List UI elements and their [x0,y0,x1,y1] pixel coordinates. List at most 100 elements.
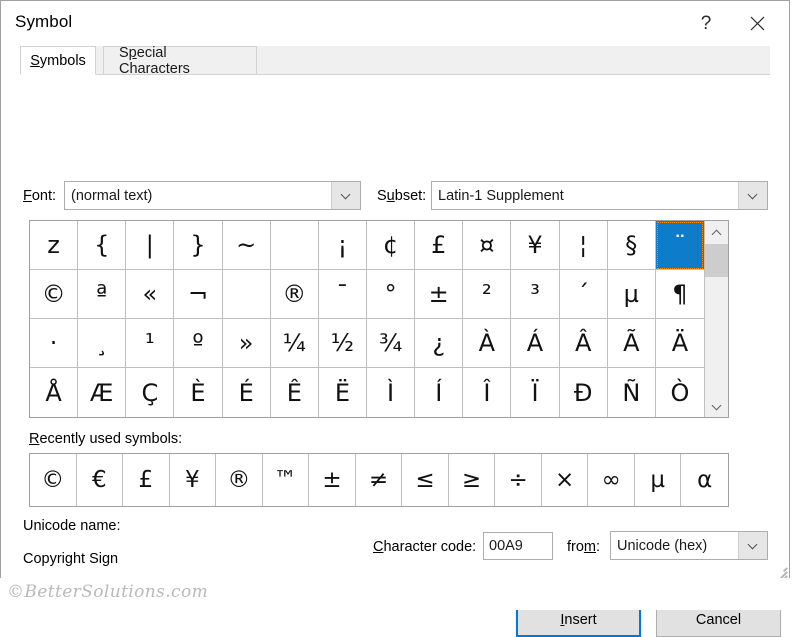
help-button[interactable]: ? [683,1,729,46]
font-combobox-value: (normal text) [65,188,331,204]
character-cell[interactable]: ¦ [560,221,608,270]
recent-symbol-cell[interactable]: £ [123,454,170,506]
character-cell[interactable]: ° [367,270,415,319]
character-code-input[interactable]: 00A9 [483,532,553,560]
close-button[interactable] [734,1,780,46]
character-cell[interactable]: } [174,221,222,270]
character-cell[interactable]: ² [463,270,511,319]
character-cell[interactable]: Ë [319,368,367,417]
subset-combobox-arrow[interactable] [738,182,767,209]
from-combobox[interactable]: Unicode (hex) [610,531,768,560]
character-cell[interactable]: É [223,368,271,417]
character-cell[interactable]: · [30,319,78,368]
font-combobox[interactable]: (normal text) [64,181,361,210]
character-cell[interactable]: º [174,319,222,368]
recent-symbol-cell[interactable]: ∞ [588,454,635,506]
subset-label: Subset: [377,188,426,204]
recent-symbol-cell[interactable]: ÷ [495,454,542,506]
character-cell[interactable]: z [30,221,78,270]
chevron-down-icon [342,191,351,200]
character-cell[interactable]: » [223,319,271,368]
recent-symbol-cell[interactable]: ≤ [402,454,449,506]
from-combobox-arrow[interactable] [738,532,767,559]
scroll-up-button[interactable] [705,221,728,243]
character-cell[interactable]: ¬ [174,270,222,319]
recent-symbol-cell[interactable]: ± [309,454,356,506]
character-cell[interactable]: ´ [560,270,608,319]
character-cell[interactable]: | [126,221,174,270]
font-combobox-arrow[interactable] [331,182,360,209]
character-cell[interactable]: ­ [223,270,271,319]
character-cell[interactable]: « [126,270,174,319]
character-cell[interactable]: ¹ [126,319,174,368]
character-cell[interactable]: ½ [319,319,367,368]
character-cell[interactable]: { [78,221,126,270]
character-cell[interactable]: Ò [656,368,704,417]
character-cell[interactable]: µ [608,270,656,319]
scrollbar-thumb[interactable] [705,244,728,277]
character-cell[interactable]: Å [30,368,78,417]
character-cell[interactable]: È [174,368,222,417]
character-cell[interactable]: Æ [78,368,126,417]
character-cell[interactable] [271,221,319,270]
character-cell[interactable]: ¼ [271,319,319,368]
recent-symbol-cell[interactable]: ≥ [449,454,496,506]
cancel-button-label: Cancel [696,612,741,628]
character-cell[interactable]: Ê [271,368,319,417]
character-cell[interactable]: ¿ [415,319,463,368]
title-bar: Symbol ? [1,1,789,47]
character-cell[interactable]: Ç [126,368,174,417]
recent-symbol-cell[interactable]: α [681,454,728,506]
character-cell[interactable]: ¾ [367,319,415,368]
scroll-down-button[interactable] [705,395,728,417]
character-grid-container: z{|}~ ¡¢£¤¥¦§¨ ©ª«¬­®¯°±²³´µ¶ ·¸¹º»¼½¾¿ÀÁÂÃ… [29,220,729,418]
tab-symbols[interactable]: Symbols [20,46,96,75]
unicode-name-value: Copyright Sign [23,551,118,567]
symbol-dialog: Symbol ? Symbols Special Characters Font… [0,0,790,578]
character-cell[interactable]: Ä [656,319,704,368]
subset-combobox[interactable]: Latin-1 Supplement [431,181,768,210]
character-cell[interactable]: Ã [608,319,656,368]
character-cell[interactable]: © [30,270,78,319]
character-cell[interactable]: ¥ [511,221,559,270]
character-cell[interactable]: ¯ [319,270,367,319]
character-cell[interactable]: À [463,319,511,368]
close-icon [750,16,765,31]
character-cell[interactable]: ³ [511,270,559,319]
character-cell[interactable]: £ [415,221,463,270]
character-cell[interactable]: Ï [511,368,559,417]
character-cell[interactable]: ® [271,270,319,319]
recent-symbol-cell[interactable]: ™ [263,454,310,506]
character-cell[interactable]: Ñ [608,368,656,417]
tab-special-characters[interactable]: Special Characters [103,46,257,75]
character-cell[interactable]: Î [463,368,511,417]
character-cell[interactable]: ª [78,270,126,319]
resize-grip-icon[interactable] [773,563,787,577]
recent-symbol-cell[interactable]: ¥ [170,454,217,506]
recently-used-label: Recently used symbols: [29,431,182,447]
character-cell[interactable]: Â [560,319,608,368]
recent-symbol-cell[interactable]: © [30,454,77,506]
recent-symbol-cell[interactable]: ® [216,454,263,506]
character-cell[interactable]: Á [511,319,559,368]
recent-symbol-cell[interactable]: × [542,454,589,506]
recent-symbol-cell[interactable]: µ [635,454,682,506]
character-grid[interactable]: z{|}~ ¡¢£¤¥¦§¨ ©ª«¬­®¯°±²³´µ¶ ·¸¹º»¼½¾¿ÀÁÂÃ… [30,221,704,417]
character-cell[interactable]: ± [415,270,463,319]
character-cell[interactable]: ~ [223,221,271,270]
character-cell[interactable]: § [608,221,656,270]
recently-used-symbols-grid[interactable]: ©€£¥®™±≠≤≥÷×∞µα [29,453,729,507]
dialog-title: Symbol [15,12,72,32]
recent-symbol-cell[interactable]: € [77,454,124,506]
character-cell[interactable]: ¢ [367,221,415,270]
character-cell[interactable]: Ì [367,368,415,417]
character-cell[interactable]: ¸ [78,319,126,368]
character-grid-scrollbar[interactable] [704,221,728,417]
character-cell[interactable]: ¶ [656,270,704,319]
character-cell[interactable]: ¨ [656,221,704,270]
character-cell[interactable]: Ð [560,368,608,417]
character-cell[interactable]: ¤ [463,221,511,270]
recent-symbol-cell[interactable]: ≠ [356,454,403,506]
character-cell[interactable]: ¡ [319,221,367,270]
character-cell[interactable]: Í [415,368,463,417]
